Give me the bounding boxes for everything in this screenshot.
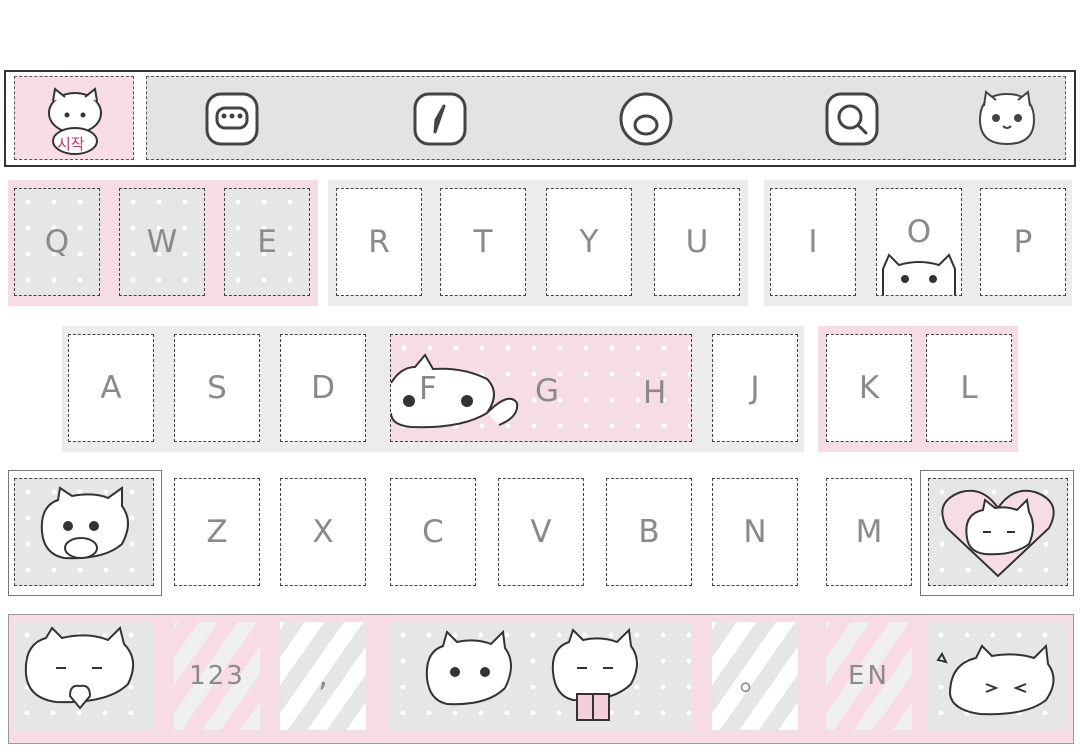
key-label: K (858, 370, 880, 406)
key-x[interactable]: X (280, 478, 366, 586)
key-v[interactable]: V (498, 478, 584, 586)
key-label: J (750, 370, 760, 406)
key-k[interactable]: K (826, 334, 912, 442)
comma-key-label: , (318, 658, 328, 694)
shy-cat-icon (40, 486, 129, 560)
cat-face-button[interactable] (972, 86, 1042, 152)
search-icon (825, 92, 879, 146)
key-n[interactable]: N (712, 478, 798, 586)
key-label: C (422, 514, 444, 550)
fgh-ticket-key-group: F G H (390, 334, 692, 442)
key-label: A (100, 370, 122, 406)
key-label: R (368, 224, 390, 260)
lying-cat-icon (936, 643, 1055, 716)
key-label: Z (206, 514, 228, 550)
backspace-key[interactable] (928, 478, 1068, 586)
key-q[interactable]: Q (14, 188, 100, 296)
key-j[interactable]: J (712, 334, 798, 442)
key-t[interactable]: T (440, 188, 526, 296)
key-label: V (530, 514, 552, 550)
key-b[interactable]: B (606, 478, 692, 586)
key-m[interactable]: M (826, 478, 912, 586)
key-y[interactable]: Y (546, 188, 632, 296)
key-l[interactable]: L (926, 334, 1012, 442)
logo-text: 시작 (57, 135, 85, 153)
key-z[interactable]: Z (174, 478, 260, 586)
numbers-key[interactable]: 123 (174, 622, 260, 730)
key-label: Q (44, 224, 70, 260)
period-key[interactable]: 。 (712, 622, 798, 730)
enter-key[interactable] (928, 622, 1068, 730)
two-cats-gift-icon (425, 627, 638, 721)
key-label: T (473, 224, 493, 260)
toolbar-button-bar (146, 76, 1066, 160)
sticker-icon (619, 92, 673, 146)
start-logo-button[interactable]: 시작 (14, 76, 134, 160)
sticker-button[interactable] (616, 89, 676, 149)
space-key[interactable] (390, 622, 692, 730)
emoji-keyboard-button[interactable] (202, 89, 262, 149)
key-label: W (146, 224, 178, 260)
key-label: D (311, 370, 335, 406)
key-label: B (638, 514, 660, 550)
key-f[interactable]: F (419, 371, 437, 407)
key-g[interactable]: G (535, 373, 559, 409)
shift-key[interactable] (14, 478, 154, 586)
search-button[interactable] (822, 89, 882, 149)
key-a[interactable]: A (68, 334, 154, 442)
language-key[interactable]: EN (826, 622, 912, 730)
key-s[interactable]: S (174, 334, 260, 442)
heart-cat-icon (941, 489, 1055, 578)
key-h[interactable]: H (643, 375, 666, 411)
key-label: N (743, 514, 767, 550)
key-r[interactable]: R (336, 188, 422, 296)
compass-icon (413, 92, 467, 146)
key-i[interactable]: I (770, 188, 856, 296)
emoji-keyboard-icon (205, 92, 259, 146)
key-w[interactable]: W (119, 188, 205, 296)
cat-face-icon (978, 90, 1036, 146)
numbers-key-label: 123 (189, 661, 245, 691)
key-u[interactable]: U (654, 188, 740, 296)
key-label: M (855, 514, 883, 550)
key-d[interactable]: D (280, 334, 366, 442)
emoji-heart-cat-key[interactable] (14, 622, 154, 730)
key-label: I (808, 224, 818, 260)
comma-key[interactable]: , (280, 622, 366, 730)
key-label: P (1013, 224, 1033, 260)
key-label: X (312, 514, 334, 550)
key-label: Y (579, 224, 599, 260)
key-label: O (906, 214, 932, 250)
key-c[interactable]: C (390, 478, 476, 586)
language-key-label: EN (848, 661, 890, 691)
period-key-label: 。 (739, 661, 771, 698)
cat-with-heart-icon (24, 626, 135, 710)
key-o[interactable]: O (876, 188, 962, 296)
key-label: U (685, 224, 709, 260)
peeking-cat-icon (882, 253, 956, 295)
key-label: S (207, 370, 227, 406)
cat-ticket-icon (391, 353, 519, 429)
compass-button[interactable] (410, 89, 470, 149)
key-label: E (257, 224, 277, 260)
key-p[interactable]: P (980, 188, 1066, 296)
key-e[interactable]: E (224, 188, 310, 296)
key-label: L (960, 370, 978, 406)
